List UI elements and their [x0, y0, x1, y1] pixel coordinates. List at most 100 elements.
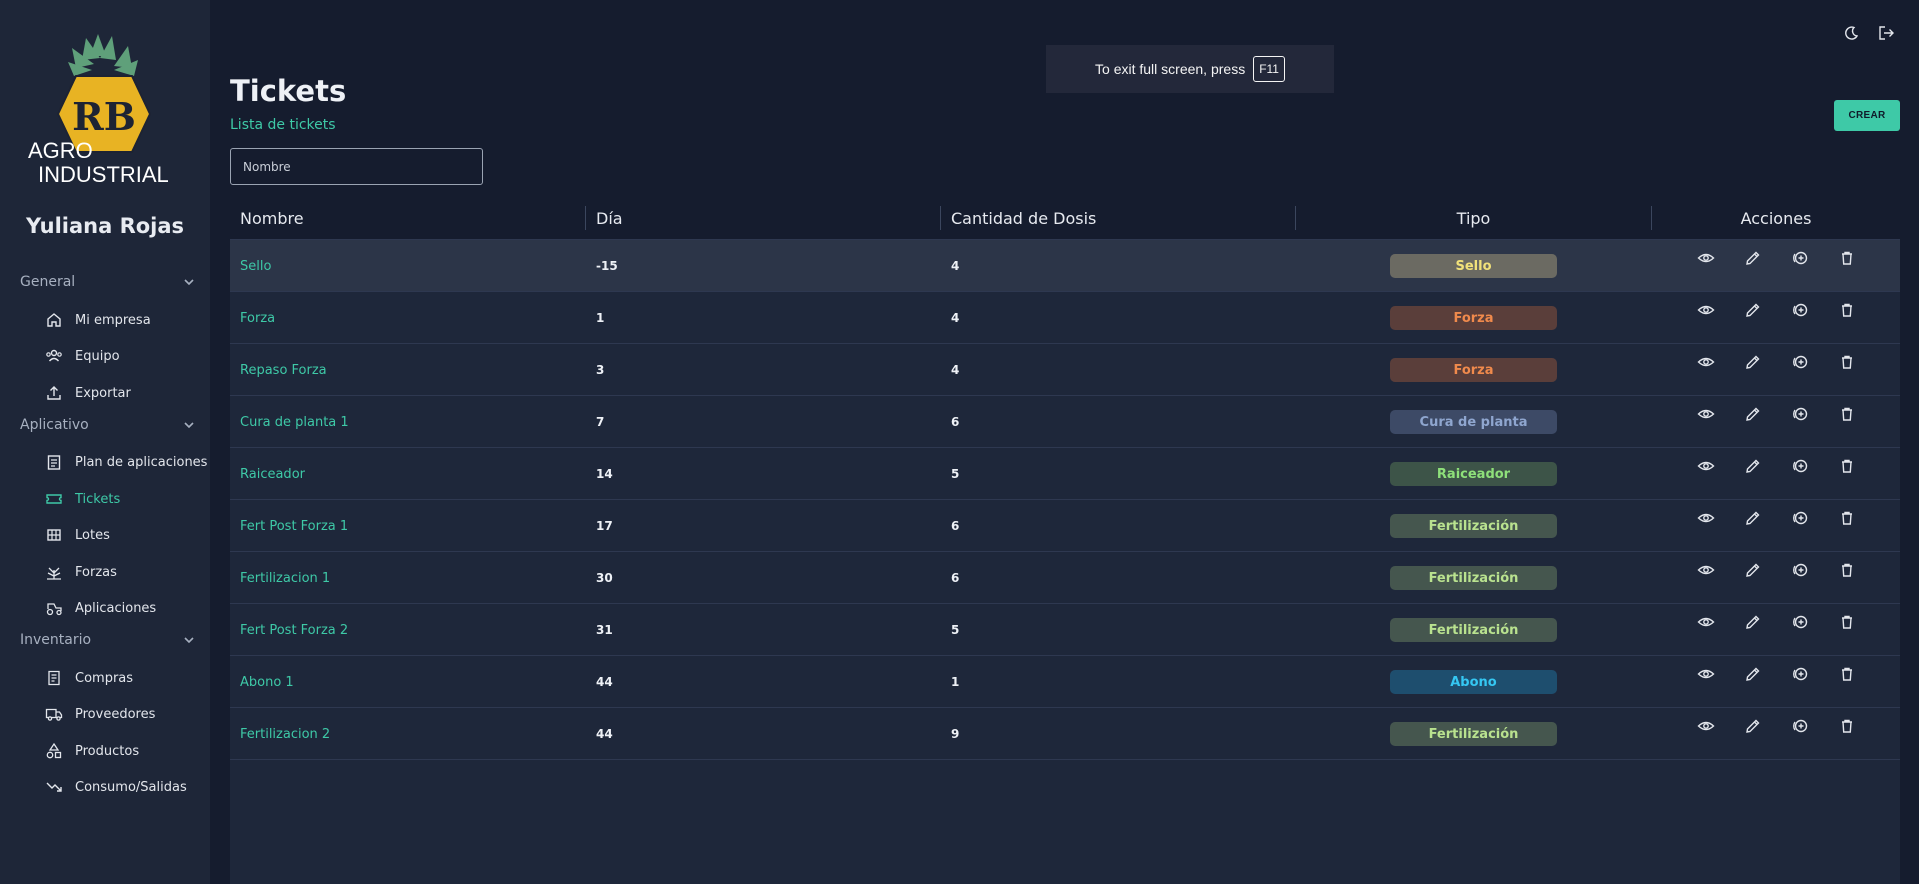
row-actions — [1697, 561, 1856, 579]
ticket-name-link[interactable]: Repaso Forza — [240, 344, 327, 396]
table-row[interactable]: Sello -15 4 Sello — [230, 240, 1900, 292]
sidebar-item-equipo[interactable]: Equipo — [45, 347, 120, 365]
table-row[interactable]: Cura de planta 1 7 6 Cura de planta — [230, 396, 1900, 448]
eye-icon[interactable] — [1697, 561, 1715, 579]
table-row[interactable]: Fert Post Forza 1 17 6 Fertilización — [230, 500, 1900, 552]
pencil-icon[interactable] — [1744, 561, 1762, 579]
plus-circle-icon[interactable] — [1791, 561, 1809, 579]
section-general[interactable]: General — [20, 274, 195, 290]
pencil-icon[interactable] — [1744, 613, 1762, 631]
sidebar-item-plan-de-aplicaciones[interactable]: Plan de aplicaciones — [45, 453, 207, 471]
trash-icon[interactable] — [1838, 509, 1856, 527]
plus-circle-icon[interactable] — [1791, 405, 1809, 423]
trash-icon[interactable] — [1838, 613, 1856, 631]
section-label: Aplicativo — [20, 417, 89, 433]
sidebar-item-exportar[interactable]: Exportar — [45, 384, 131, 402]
column-header-nombre[interactable]: Nombre — [240, 196, 304, 240]
pencil-icon[interactable] — [1744, 665, 1762, 683]
table-row[interactable]: Raiceador 14 5 Raiceador — [230, 448, 1900, 500]
pencil-icon[interactable] — [1744, 717, 1762, 735]
table-row[interactable]: Forza 1 4 Forza — [230, 292, 1900, 344]
row-actions — [1697, 301, 1856, 319]
truck-icon — [45, 708, 63, 721]
pencil-icon[interactable] — [1744, 301, 1762, 319]
trash-icon[interactable] — [1838, 457, 1856, 475]
trash-icon[interactable] — [1838, 301, 1856, 319]
section-aplicativo[interactable]: Aplicativo — [20, 417, 195, 433]
sidebar-item-label: Proveedores — [75, 706, 156, 722]
ticket-doses: 1 — [951, 675, 960, 689]
sidebar-item-consumo-salidas[interactable]: Consumo/Salidas — [45, 778, 187, 796]
ticket-name-link[interactable]: Sello — [240, 240, 271, 292]
sidebar-item-mi-empresa[interactable]: Mi empresa — [45, 311, 151, 329]
table-row[interactable]: Fertilizacion 1 30 6 Fertilización — [230, 552, 1900, 604]
logout-icon[interactable] — [1877, 24, 1895, 42]
ticket-name-link[interactable]: Raiceador — [240, 448, 305, 500]
type-badge: Fertilización — [1390, 566, 1557, 590]
export-icon — [47, 386, 61, 400]
eye-icon[interactable] — [1697, 457, 1715, 475]
row-actions — [1697, 405, 1856, 423]
create-button[interactable]: CREAR — [1834, 100, 1900, 131]
pencil-icon[interactable] — [1744, 509, 1762, 527]
ticket-name-link[interactable]: Abono 1 — [240, 656, 294, 708]
sidebar-item-proveedores[interactable]: Proveedores — [45, 705, 155, 723]
logo-line2: INDUSTRIAL — [38, 162, 169, 186]
column-header-tipo[interactable]: Tipo — [1295, 196, 1651, 240]
table-row[interactable]: Repaso Forza 3 4 Forza — [230, 344, 1900, 396]
ticket-name-link[interactable]: Fertilizacion 2 — [240, 708, 330, 760]
trash-icon[interactable] — [1838, 353, 1856, 371]
plus-circle-icon[interactable] — [1791, 457, 1809, 475]
sidebar-item-aplicaciones[interactable]: Aplicaciones — [45, 599, 156, 617]
table-row[interactable]: Abono 1 44 1 Abono — [230, 656, 1900, 708]
section-inventario[interactable]: Inventario — [20, 632, 195, 648]
trend-down-icon — [46, 782, 62, 792]
ticket-name-link[interactable]: Forza — [240, 292, 275, 344]
plus-circle-icon[interactable] — [1791, 717, 1809, 735]
search-input[interactable] — [230, 148, 483, 185]
eye-icon[interactable] — [1697, 509, 1715, 527]
plus-circle-icon[interactable] — [1791, 353, 1809, 371]
ticket-day: 14 — [596, 467, 613, 481]
sidebar-item-lotes[interactable]: Lotes — [45, 526, 110, 544]
plus-circle-icon[interactable] — [1791, 665, 1809, 683]
column-header-dia[interactable]: Día — [585, 196, 623, 240]
type-badge: Abono — [1390, 670, 1557, 694]
eye-icon[interactable] — [1697, 405, 1715, 423]
eye-icon[interactable] — [1697, 613, 1715, 631]
trash-icon[interactable] — [1838, 249, 1856, 267]
fullscreen-toast-key: F11 — [1253, 56, 1285, 82]
ticket-name-link[interactable]: Fertilizacion 1 — [240, 552, 330, 604]
trash-icon[interactable] — [1838, 405, 1856, 423]
trash-icon[interactable] — [1838, 717, 1856, 735]
trash-icon[interactable] — [1838, 561, 1856, 579]
ticket-name-link[interactable]: Cura de planta 1 — [240, 396, 349, 448]
ticket-name-link[interactable]: Fert Post Forza 1 — [240, 500, 348, 552]
pencil-icon[interactable] — [1744, 249, 1762, 267]
sidebar-item-forzas[interactable]: Forzas — [45, 563, 117, 581]
page-title: Tickets — [230, 74, 347, 108]
column-header-cantidad-de-dosis[interactable]: Cantidad de Dosis — [939, 196, 1096, 240]
eye-icon[interactable] — [1697, 301, 1715, 319]
eye-icon[interactable] — [1697, 665, 1715, 683]
plus-circle-icon[interactable] — [1791, 613, 1809, 631]
pencil-icon[interactable] — [1744, 353, 1762, 371]
eye-icon[interactable] — [1697, 353, 1715, 371]
plus-circle-icon[interactable] — [1791, 249, 1809, 267]
table-row[interactable]: Fertilizacion 2 44 9 Fertilización — [230, 708, 1900, 760]
table-row[interactable]: Fert Post Forza 2 31 5 Fertilización — [230, 604, 1900, 656]
sidebar-item-productos[interactable]: Productos — [45, 742, 139, 760]
plus-circle-icon[interactable] — [1791, 509, 1809, 527]
moon-icon[interactable] — [1842, 24, 1860, 42]
pencil-icon[interactable] — [1744, 457, 1762, 475]
plus-circle-icon[interactable] — [1791, 301, 1809, 319]
ticket-name-link[interactable]: Fert Post Forza 2 — [240, 604, 348, 656]
eye-icon[interactable] — [1697, 717, 1715, 735]
sidebar-item-compras[interactable]: Compras — [45, 669, 133, 687]
trash-icon[interactable] — [1838, 665, 1856, 683]
sidebar-item-label: Tickets — [75, 491, 121, 507]
eye-icon[interactable] — [1697, 249, 1715, 267]
pencil-icon[interactable] — [1744, 405, 1762, 423]
sidebar-item-label: Mi empresa — [75, 312, 151, 328]
sidebar-item-tickets[interactable]: Tickets — [45, 490, 120, 508]
